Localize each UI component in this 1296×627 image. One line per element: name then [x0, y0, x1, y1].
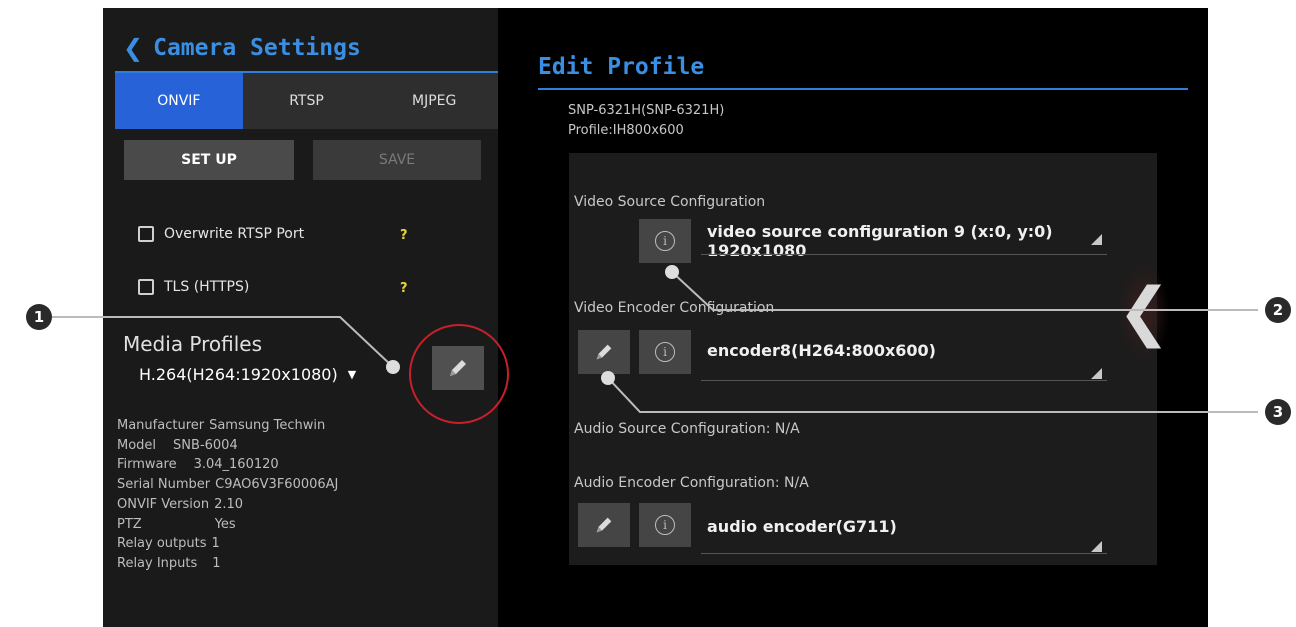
callout-badge: 3	[1265, 399, 1291, 425]
help-icon[interactable]: ?	[400, 281, 408, 296]
profile-name: Profile:IH800x600	[568, 123, 684, 138]
page-title: Camera Settings	[153, 35, 361, 61]
device-info-row: ONVIF Version 2.10	[117, 496, 244, 512]
camera-settings-header[interactable]: ❮ Camera Settings	[123, 34, 361, 62]
protocol-tabs: ONVIF RTSP MJPEG	[115, 73, 498, 129]
profile-config-panel: Video Source Configuration i video sourc…	[569, 153, 1157, 565]
video-source-label: Video Source Configuration	[574, 194, 766, 210]
setup-button[interactable]: SET UP	[124, 140, 294, 180]
device-info-row: Serial Number C9AO6V3F60006AJ	[117, 477, 339, 493]
overwrite-rtsp-port-checkbox[interactable]	[138, 226, 154, 242]
dropdown-corner-icon	[1091, 541, 1102, 552]
edit-profile-button[interactable]	[432, 346, 484, 390]
device-info-row: Manufacturer Samsung Techwin	[117, 418, 326, 433]
pencil-icon	[596, 517, 612, 533]
media-profiles-label: Media Profiles	[123, 332, 263, 356]
pencil-icon	[596, 344, 612, 360]
tab-onvif[interactable]: ONVIF	[115, 73, 243, 129]
tab-mjpeg[interactable]: MJPEG	[370, 73, 498, 129]
camera-settings-panel: ❮ Camera Settings ONVIF RTSP MJPEG SET U…	[103, 8, 498, 627]
tab-rtsp[interactable]: RTSP	[243, 73, 371, 129]
dropdown-underline	[701, 254, 1107, 255]
video-encoder-edit-button[interactable]	[578, 330, 630, 374]
media-profile-select[interactable]: H.264(H264:1920x1080) ▼	[139, 365, 356, 384]
audio-encoder-edit-button[interactable]	[578, 503, 630, 547]
audio-encoder-info-button[interactable]: i	[639, 503, 691, 547]
device-info-row: Relay Inputs 1	[117, 555, 221, 571]
info-icon: i	[655, 515, 675, 535]
help-icon[interactable]: ?	[400, 228, 408, 243]
title-divider	[538, 88, 1188, 90]
device-info-row: Relay outputs 1	[117, 536, 220, 552]
overwrite-rtsp-port-option[interactable]: Overwrite RTSP Port	[138, 226, 304, 242]
tls-https-checkbox[interactable]	[138, 279, 154, 295]
audio-encoder-label: Audio Encoder Configuration: N/A	[574, 475, 809, 491]
device-info-row: PTZ Yes	[117, 516, 236, 532]
dropdown-arrow-icon: ▼	[347, 368, 357, 381]
info-icon: i	[655, 231, 675, 251]
overwrite-rtsp-port-label: Overwrite RTSP Port	[164, 226, 305, 242]
audio-encoder-select[interactable]: audio encoder(G711)	[707, 517, 897, 536]
callout-badge: 1	[26, 304, 52, 330]
edit-profile-panel: Edit Profile SNP-6321H(SNP-6321H) Profil…	[498, 8, 1208, 627]
dropdown-underline	[701, 380, 1107, 381]
video-source-info-button[interactable]: i	[639, 219, 691, 263]
tls-https-option[interactable]: TLS (HTTPS)	[138, 279, 249, 295]
info-icon: i	[655, 342, 675, 362]
device-info-row: Firmware 3.04_160120	[117, 457, 279, 473]
device-name: SNP-6321H(SNP-6321H)	[568, 103, 725, 118]
device-summary: SNP-6321H(SNP-6321H) Profile:IH800x600	[568, 101, 724, 141]
video-encoder-info-button[interactable]: i	[639, 330, 691, 374]
dropdown-corner-icon	[1091, 234, 1102, 245]
media-profile-value: H.264(H264:1920x1080)	[139, 365, 338, 384]
pencil-icon	[450, 360, 466, 376]
edit-profile-title: Edit Profile	[538, 54, 705, 80]
dropdown-corner-icon	[1091, 368, 1102, 379]
chevron-left-icon[interactable]: ❮	[123, 34, 143, 62]
audio-source-label: Audio Source Configuration: N/A	[574, 421, 800, 437]
video-encoder-label: Video Encoder Configuration	[574, 300, 775, 316]
dropdown-underline	[701, 553, 1107, 554]
tls-https-label: TLS (HTTPS)	[164, 279, 250, 295]
app-screen: ❮ Camera Settings ONVIF RTSP MJPEG SET U…	[103, 8, 1208, 627]
chevron-left-icon[interactable]: ❮	[1117, 262, 1171, 362]
video-encoder-select[interactable]: encoder8(H264:800x600)	[707, 341, 936, 360]
callout-badge: 2	[1265, 297, 1291, 323]
save-button[interactable]: SAVE	[313, 140, 481, 180]
device-info-table: Manufacturer Samsung Techwin Model SNB-600…	[117, 416, 338, 574]
device-info-row: Model SNB-6004	[117, 437, 238, 453]
